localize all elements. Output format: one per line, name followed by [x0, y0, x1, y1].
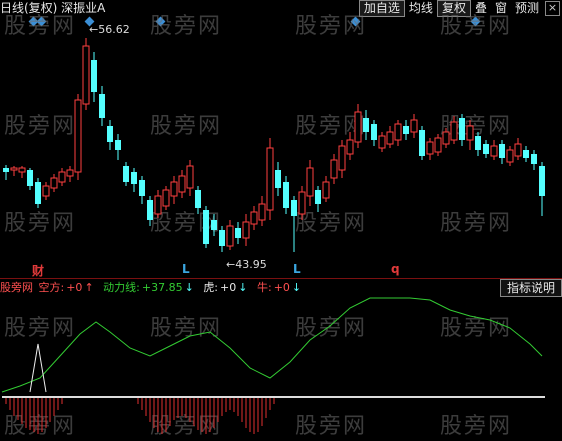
- candle-body: [250, 211, 258, 225]
- candle-body: [403, 126, 409, 134]
- candle-body: [42, 185, 50, 197]
- candle-body: [139, 180, 145, 196]
- dongli-line: [1, 297, 543, 393]
- candle-body: [506, 149, 514, 163]
- hu-label: 虎:: [203, 281, 219, 294]
- candle-body: [539, 166, 545, 196]
- candle-body: [258, 203, 266, 221]
- kong-label: 空方:: [38, 281, 65, 294]
- kong-value: +0: [66, 281, 83, 294]
- hu-value: +0: [220, 281, 237, 294]
- candle-body: [531, 154, 537, 164]
- candle-body: [178, 175, 186, 193]
- candle-body: [354, 111, 362, 143]
- dongli-value: +37.85: [141, 281, 183, 294]
- event-label-l[interactable]: L: [293, 262, 301, 276]
- candle-body: [315, 190, 321, 204]
- candle-body: [386, 131, 394, 145]
- high-price-value: 56.62: [98, 23, 130, 36]
- candle-body: [115, 140, 121, 150]
- candle-body: [219, 230, 225, 246]
- candle-body: [419, 130, 425, 156]
- candle-body: [203, 210, 209, 244]
- candle-body: [434, 137, 442, 153]
- niu-label: 牛:: [256, 281, 272, 294]
- dongli-label: 动力线:: [103, 281, 140, 294]
- candle-body: [490, 145, 498, 157]
- indicator-chart[interactable]: [0, 296, 562, 441]
- candlestick-chart[interactable]: [0, 0, 562, 280]
- niu-value: +0: [273, 281, 290, 294]
- candle-body: [186, 165, 194, 189]
- candle-body: [483, 144, 489, 154]
- candle-body: [330, 159, 338, 179]
- candle-body: [298, 191, 306, 215]
- candle-body: [338, 145, 346, 171]
- candle-body: [523, 150, 529, 158]
- down-arrow-icon: ↓: [291, 281, 302, 294]
- candle-body: [107, 126, 113, 142]
- candle-body: [466, 125, 474, 141]
- candle-body: [162, 189, 170, 207]
- down-arrow-icon: ↓: [238, 281, 248, 294]
- candle-body: [35, 182, 41, 204]
- event-label-l[interactable]: L: [182, 262, 190, 276]
- candle-body: [91, 60, 97, 92]
- low-price-value: 43.95: [235, 258, 267, 271]
- candle-body: [371, 124, 377, 140]
- candle-body: [499, 144, 505, 158]
- candle-body: [450, 121, 458, 141]
- candle-body: [10, 167, 18, 171]
- candle-body: [131, 172, 137, 184]
- candle-body: [475, 136, 481, 150]
- candle-body: [99, 94, 105, 118]
- candle-body: [74, 99, 82, 173]
- candle-body: [50, 177, 58, 189]
- candle-body: [346, 139, 354, 155]
- candle-body: [3, 168, 9, 172]
- finance-event-label[interactable]: 财: [32, 262, 44, 279]
- candle-body: [378, 135, 386, 149]
- candle-body: [226, 225, 234, 247]
- candle-body: [123, 166, 129, 182]
- candle-body: [442, 131, 450, 145]
- candle-body: [306, 167, 314, 197]
- candle-body: [322, 181, 330, 199]
- spike-line: [29, 343, 47, 393]
- candle-body: [275, 170, 281, 188]
- candle-body: [154, 195, 162, 215]
- up-arrow-icon: ↑: [84, 281, 94, 294]
- indicator-help-button[interactable]: 指标说明: [499, 279, 562, 297]
- candle-body: [242, 221, 250, 239]
- candle-body: [410, 119, 418, 133]
- candle-body: [82, 45, 90, 105]
- candle-body: [426, 141, 434, 155]
- low-price-mark: ←43.95: [226, 258, 267, 271]
- candle-body: [18, 167, 26, 173]
- candle-body: [394, 123, 402, 141]
- candles-group: [3, 38, 545, 252]
- panel-divider: [0, 278, 562, 279]
- candle-body: [291, 200, 297, 216]
- candle-body: [58, 171, 66, 183]
- candle-body: [363, 118, 369, 132]
- candle-body: [195, 190, 201, 208]
- indicator-name: 股旁网: [0, 281, 33, 294]
- candle-body: [459, 118, 465, 140]
- candle-body: [283, 182, 289, 208]
- candle-body: [147, 200, 153, 220]
- high-price-mark: ←56.62: [89, 23, 130, 36]
- candle-body: [266, 147, 274, 211]
- candle-body: [170, 181, 178, 197]
- candle-body: [66, 169, 74, 177]
- event-label-q[interactable]: q: [391, 262, 400, 276]
- candle-body: [211, 220, 217, 230]
- indicator-legend: 股旁网 空方: +0 ↑ 动力线: +37.85 ↓ 虎: +0 ↓ 牛: +0 ↓: [0, 280, 562, 296]
- candle-body: [235, 228, 241, 238]
- candle-body: [514, 143, 522, 157]
- candle-body: [27, 170, 33, 186]
- down-arrow-icon: ↓: [184, 281, 194, 294]
- kong-bars-group: [5, 398, 275, 434]
